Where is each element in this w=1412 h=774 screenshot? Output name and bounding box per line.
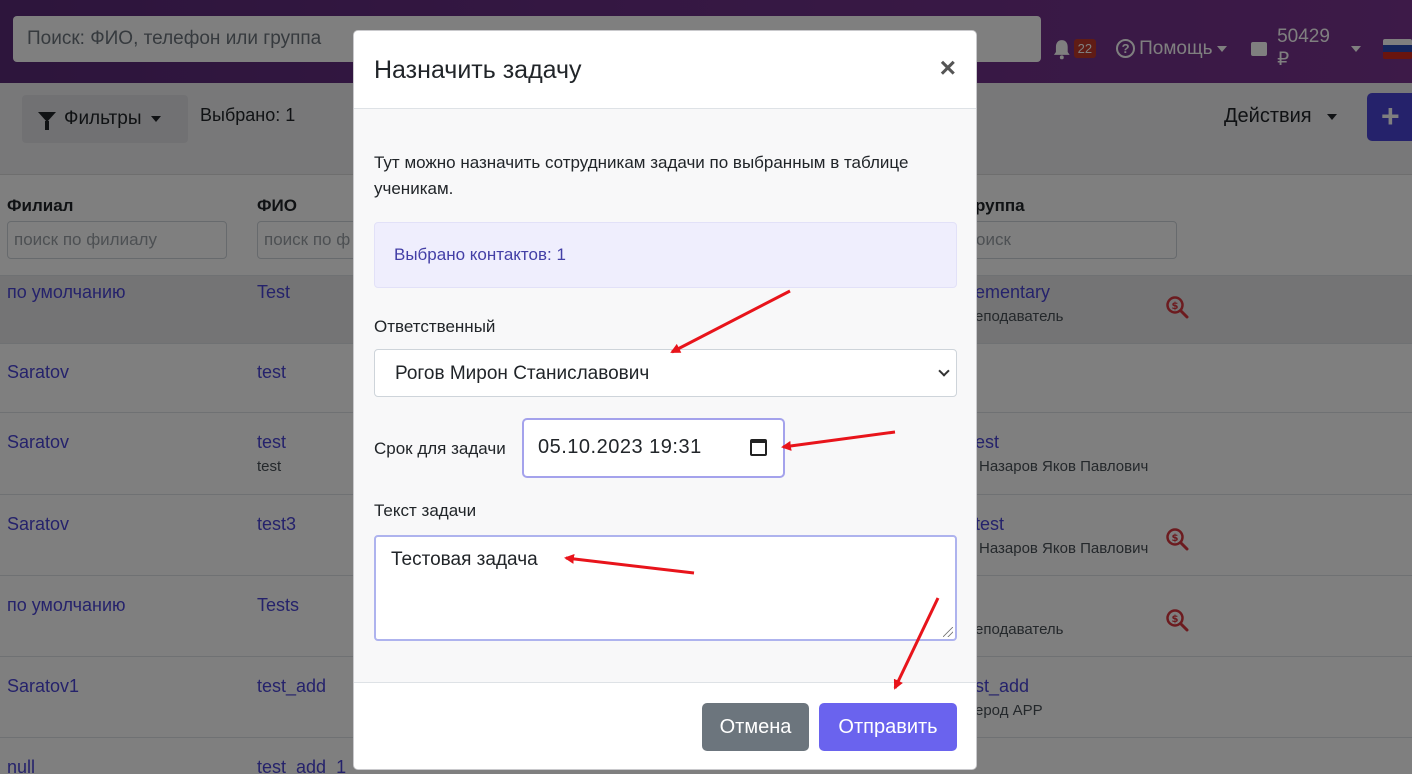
responsible-select[interactable]: Рогов Мирон Станиславович: [374, 349, 957, 397]
close-icon[interactable]: ×: [940, 53, 956, 83]
task-text-textarea[interactable]: Тестовая задача: [374, 535, 957, 641]
deadline-label: Срок для задачи: [374, 439, 506, 458]
task-text-value: Тестовая задача: [391, 549, 538, 570]
task-text-label: Текст задачи: [374, 501, 477, 520]
chevron-down-icon: [938, 365, 950, 377]
modal-title: Назначить задачу: [374, 56, 582, 84]
send-button[interactable]: Отправить: [819, 703, 957, 751]
cancel-button[interactable]: Отмена: [702, 703, 809, 751]
deadline-datetime-input[interactable]: 05.10.2023 19:31: [522, 418, 785, 478]
selected-contacts-alert: Выбрано контактов: 1: [374, 222, 957, 288]
modal-description: Тут можно назначить сотрудникам задачи п…: [374, 153, 909, 198]
responsible-label: Ответственный: [374, 317, 496, 336]
deadline-value: 05.10.2023 19:31: [538, 436, 702, 458]
assign-task-modal: Назначить задачу × Тут можно назначить с…: [353, 30, 977, 770]
responsible-value: Рогов Мирон Станиславович: [395, 363, 650, 384]
modal-footer: Отмена Отправить: [354, 682, 976, 769]
calendar-icon[interactable]: [750, 439, 767, 456]
modal-header: Назначить задачу ×: [354, 31, 976, 109]
resize-handle-icon[interactable]: [943, 627, 953, 637]
